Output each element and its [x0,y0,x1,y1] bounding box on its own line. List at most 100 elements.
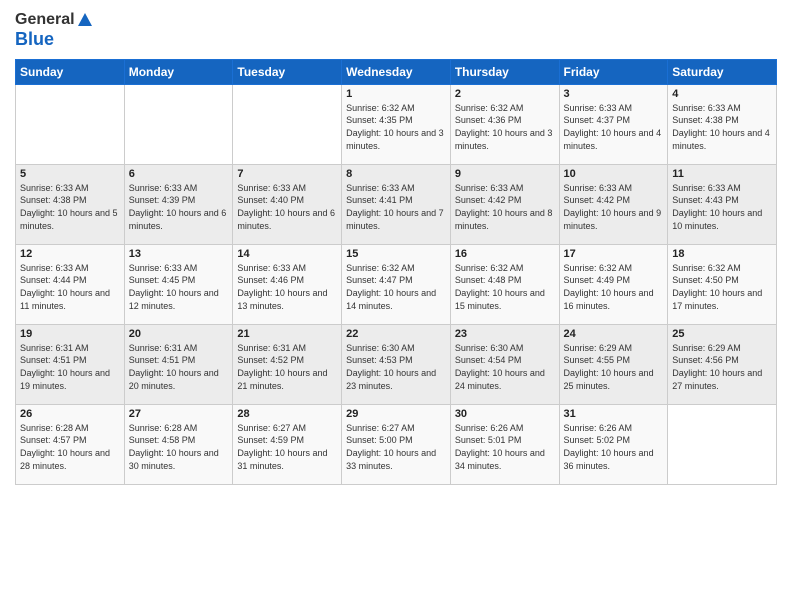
day-info: Sunrise: 6:32 AM Sunset: 4:49 PM Dayligh… [564,262,664,312]
header: GeneralBlue [15,10,777,51]
calendar-cell: 28Sunrise: 6:27 AM Sunset: 4:59 PM Dayli… [233,404,342,484]
day-number: 11 [672,168,772,180]
calendar-cell: 16 Sunrise: 6:32 AM Sunset: 4:48 PM Dayli… [450,244,559,324]
day-info: Sunrise: 6:26 AM Sunset: 5:01 PM Dayligh… [455,422,555,472]
day-info: Sunrise: 6:27 AM Sunset: 5:00 PM Dayligh… [346,422,446,472]
day-info: Sunrise: 6:33 AM Sunset: 4:39 PM Dayligh… [129,182,229,232]
calendar-cell [668,404,777,484]
day-number: 16 [455,248,555,260]
calendar-cell: 11 Sunrise: 6:33 AM Sunset: 4:43 PM Dayli… [668,164,777,244]
calendar-cell: 6 Sunrise: 6:33 AM Sunset: 4:39 PM Daylig… [124,164,233,244]
calendar-cell: 13Sunrise: 6:33 AM Sunset: 4:45 PM Dayli… [124,244,233,324]
day-info: Sunrise: 6:33 AM Sunset: 4:43 PM Dayligh… [672,182,772,232]
day-number: 24 [564,328,664,340]
calendar-cell: 30 Sunrise: 6:26 AM Sunset: 5:01 PM Dayli… [450,404,559,484]
day-number: 30 [455,408,555,420]
calendar-cell: 20Sunrise: 6:31 AM Sunset: 4:51 PM Dayli… [124,324,233,404]
day-info: Sunrise: 6:32 AM Sunset: 4:35 PM Dayligh… [346,102,446,152]
calendar-cell: 7 Sunrise: 6:33 AM Sunset: 4:40 PM Daylig… [233,164,342,244]
day-info: Sunrise: 6:33 AM Sunset: 4:41 PM Dayligh… [346,182,446,232]
calendar-header-row: SundayMondayTuesdayWednesdayThursdayFrid… [16,59,777,84]
day-number: 5 [20,168,120,180]
day-info: Sunrise: 6:26 AM Sunset: 5:02 PM Dayligh… [564,422,664,472]
day-info: Sunrise: 6:30 AM Sunset: 4:53 PM Dayligh… [346,342,446,392]
day-info: Sunrise: 6:30 AM Sunset: 4:54 PM Dayligh… [455,342,555,392]
logo: GeneralBlue [15,10,93,51]
day-info: Sunrise: 6:28 AM Sunset: 4:58 PM Dayligh… [129,422,229,472]
day-number: 4 [672,88,772,100]
day-number: 25 [672,328,772,340]
day-number: 2 [455,88,555,100]
day-info: Sunrise: 6:33 AM Sunset: 4:37 PM Dayligh… [564,102,664,152]
day-number: 20 [129,328,229,340]
calendar-cell: 22 Sunrise: 6:30 AM Sunset: 4:53 PM Dayli… [342,324,451,404]
calendar-cell: 9 Sunrise: 6:33 AM Sunset: 4:42 PM Daylig… [450,164,559,244]
day-number: 13 [129,248,229,260]
calendar-week-row: 19 Sunrise: 6:31 AM Sunset: 4:51 PM Dayli… [16,324,777,404]
day-number: 31 [564,408,664,420]
col-header-wednesday: Wednesday [342,59,451,84]
calendar-cell: 12 Sunrise: 6:33 AM Sunset: 4:44 PM Dayli… [16,244,125,324]
day-info: Sunrise: 6:32 AM Sunset: 4:50 PM Dayligh… [672,262,772,312]
calendar-cell: 5 Sunrise: 6:33 AM Sunset: 4:38 PM Daylig… [16,164,125,244]
day-number: 22 [346,328,446,340]
day-number: 27 [129,408,229,420]
col-header-thursday: Thursday [450,59,559,84]
day-info: Sunrise: 6:33 AM Sunset: 4:44 PM Dayligh… [20,262,120,312]
calendar-cell: 1 Sunrise: 6:32 AM Sunset: 4:35 PM Daylig… [342,84,451,164]
calendar-table: SundayMondayTuesdayWednesdayThursdayFrid… [15,59,777,485]
day-number: 9 [455,168,555,180]
day-info: Sunrise: 6:29 AM Sunset: 4:55 PM Dayligh… [564,342,664,392]
col-header-sunday: Sunday [16,59,125,84]
calendar-cell: 19 Sunrise: 6:31 AM Sunset: 4:51 PM Dayli… [16,324,125,404]
calendar-cell: 8Sunrise: 6:33 AM Sunset: 4:41 PM Daylig… [342,164,451,244]
calendar-cell: 27 Sunrise: 6:28 AM Sunset: 4:58 PM Dayli… [124,404,233,484]
calendar-cell: 14 Sunrise: 6:33 AM Sunset: 4:46 PM Dayli… [233,244,342,324]
col-header-saturday: Saturday [668,59,777,84]
day-info: Sunrise: 6:27 AM Sunset: 4:59 PM Dayligh… [237,422,337,472]
day-number: 17 [564,248,664,260]
day-number: 6 [129,168,229,180]
calendar-cell: 17 Sunrise: 6:32 AM Sunset: 4:49 PM Dayli… [559,244,668,324]
day-number: 15 [346,248,446,260]
calendar-cell: 26 Sunrise: 6:28 AM Sunset: 4:57 PM Dayli… [16,404,125,484]
calendar-cell: 10Sunrise: 6:33 AM Sunset: 4:42 PM Dayli… [559,164,668,244]
day-info: Sunrise: 6:33 AM Sunset: 4:40 PM Dayligh… [237,182,337,232]
day-info: Sunrise: 6:28 AM Sunset: 4:57 PM Dayligh… [20,422,120,472]
logo-triangle-icon [77,12,93,28]
calendar-cell: 15 Sunrise: 6:32 AM Sunset: 4:47 PM Dayli… [342,244,451,324]
day-number: 7 [237,168,337,180]
day-info: Sunrise: 6:33 AM Sunset: 4:46 PM Dayligh… [237,262,337,312]
day-info: Sunrise: 6:33 AM Sunset: 4:38 PM Dayligh… [20,182,120,232]
day-number: 14 [237,248,337,260]
calendar-cell [124,84,233,164]
calendar-cell: 3 Sunrise: 6:33 AM Sunset: 4:37 PM Daylig… [559,84,668,164]
day-number: 19 [20,328,120,340]
day-number: 1 [346,88,446,100]
day-number: 29 [346,408,446,420]
page: GeneralBlue SundayMondayTuesdayWednesday… [0,0,792,612]
calendar-cell: 29 Sunrise: 6:27 AM Sunset: 5:00 PM Dayli… [342,404,451,484]
day-info: Sunrise: 6:33 AM Sunset: 4:42 PM Dayligh… [455,182,555,232]
calendar-week-row: 12 Sunrise: 6:33 AM Sunset: 4:44 PM Dayli… [16,244,777,324]
calendar-week-row: 26 Sunrise: 6:28 AM Sunset: 4:57 PM Dayli… [16,404,777,484]
day-number: 3 [564,88,664,100]
calendar-cell: 31 Sunrise: 6:26 AM Sunset: 5:02 PM Dayli… [559,404,668,484]
calendar-cell: 24 Sunrise: 6:29 AM Sunset: 4:55 PM Dayli… [559,324,668,404]
day-number: 23 [455,328,555,340]
day-number: 12 [20,248,120,260]
day-info: Sunrise: 6:31 AM Sunset: 4:52 PM Dayligh… [237,342,337,392]
day-info: Sunrise: 6:32 AM Sunset: 4:36 PM Dayligh… [455,102,555,152]
calendar-cell: 4Sunrise: 6:33 AM Sunset: 4:38 PM Daylig… [668,84,777,164]
day-number: 10 [564,168,664,180]
day-info: Sunrise: 6:31 AM Sunset: 4:51 PM Dayligh… [20,342,120,392]
day-number: 18 [672,248,772,260]
col-header-monday: Monday [124,59,233,84]
logo-general: General [15,10,75,29]
day-number: 26 [20,408,120,420]
day-info: Sunrise: 6:32 AM Sunset: 4:48 PM Dayligh… [455,262,555,312]
calendar-cell: 18 Sunrise: 6:32 AM Sunset: 4:50 PM Dayli… [668,244,777,324]
calendar-cell: 25Sunrise: 6:29 AM Sunset: 4:56 PM Dayli… [668,324,777,404]
calendar-cell: 2 Sunrise: 6:32 AM Sunset: 4:36 PM Daylig… [450,84,559,164]
day-info: Sunrise: 6:32 AM Sunset: 4:47 PM Dayligh… [346,262,446,312]
